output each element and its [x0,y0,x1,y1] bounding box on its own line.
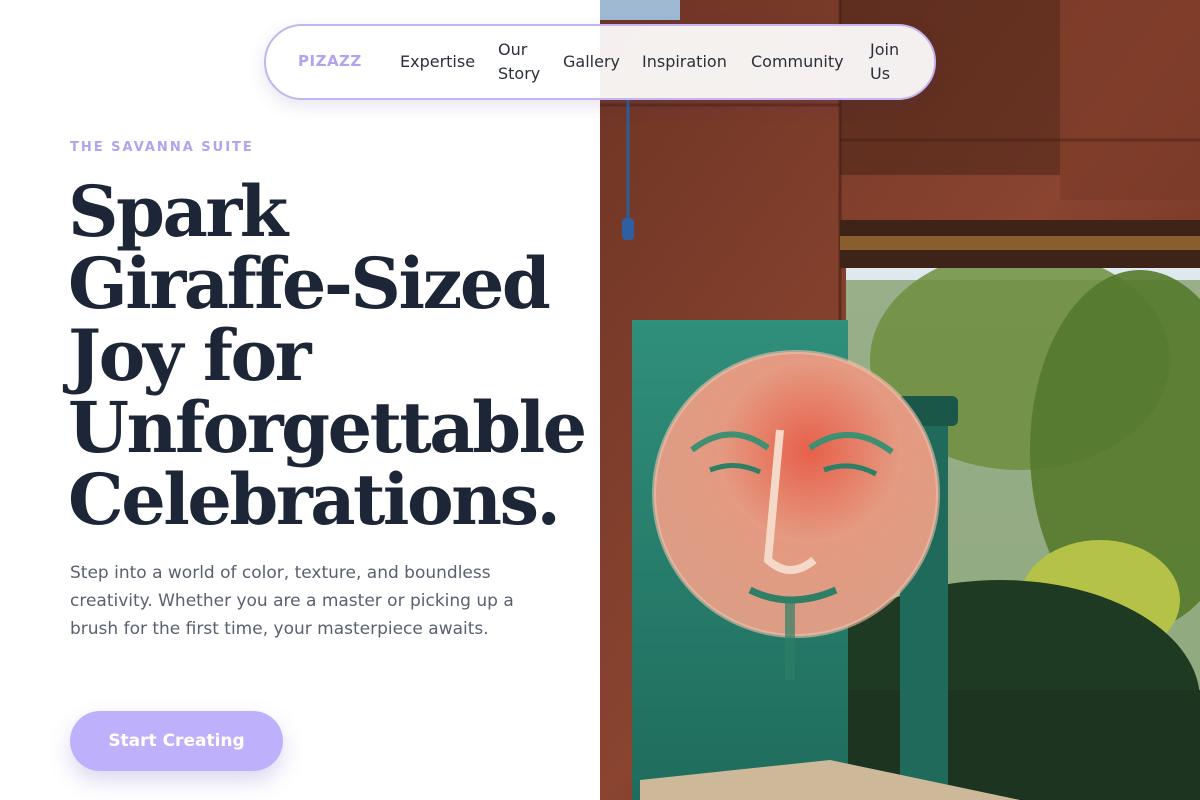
hero-eyebrow: THE SAVANNA SUITE [70,140,254,155]
painted-face-artwork-image [600,0,1200,800]
brand-logo[interactable]: PIZAZZ [298,52,362,70]
headline-line: Unforgettable [68,386,587,469]
hero-description: Step into a world of color, texture, and… [70,563,514,639]
headline-line: Spark [68,170,288,253]
nav-link-our-story[interactable]: Our Story [498,38,548,86]
headline-line: Joy for [68,314,312,397]
hero-photo [600,0,1200,800]
nav-link-expertise[interactable]: Expertise [400,50,475,74]
nav-link-gallery[interactable]: Gallery [563,50,620,74]
nav-link-join-us[interactable]: Join Us [870,38,910,86]
hero-headline: Spark Giraffe-Sized Joy for Unforgettabl… [68,176,588,536]
headline-line: Celebrations. [68,458,561,541]
main-navigation: PIZAZZ Expertise Our Story Gallery Inspi… [264,24,936,100]
nav-link-community[interactable]: Community [751,50,844,74]
start-creating-button[interactable]: Start Creating [70,711,283,771]
headline-line: Giraffe-Sized [68,242,551,325]
nav-link-inspiration[interactable]: Inspiration [642,50,727,74]
